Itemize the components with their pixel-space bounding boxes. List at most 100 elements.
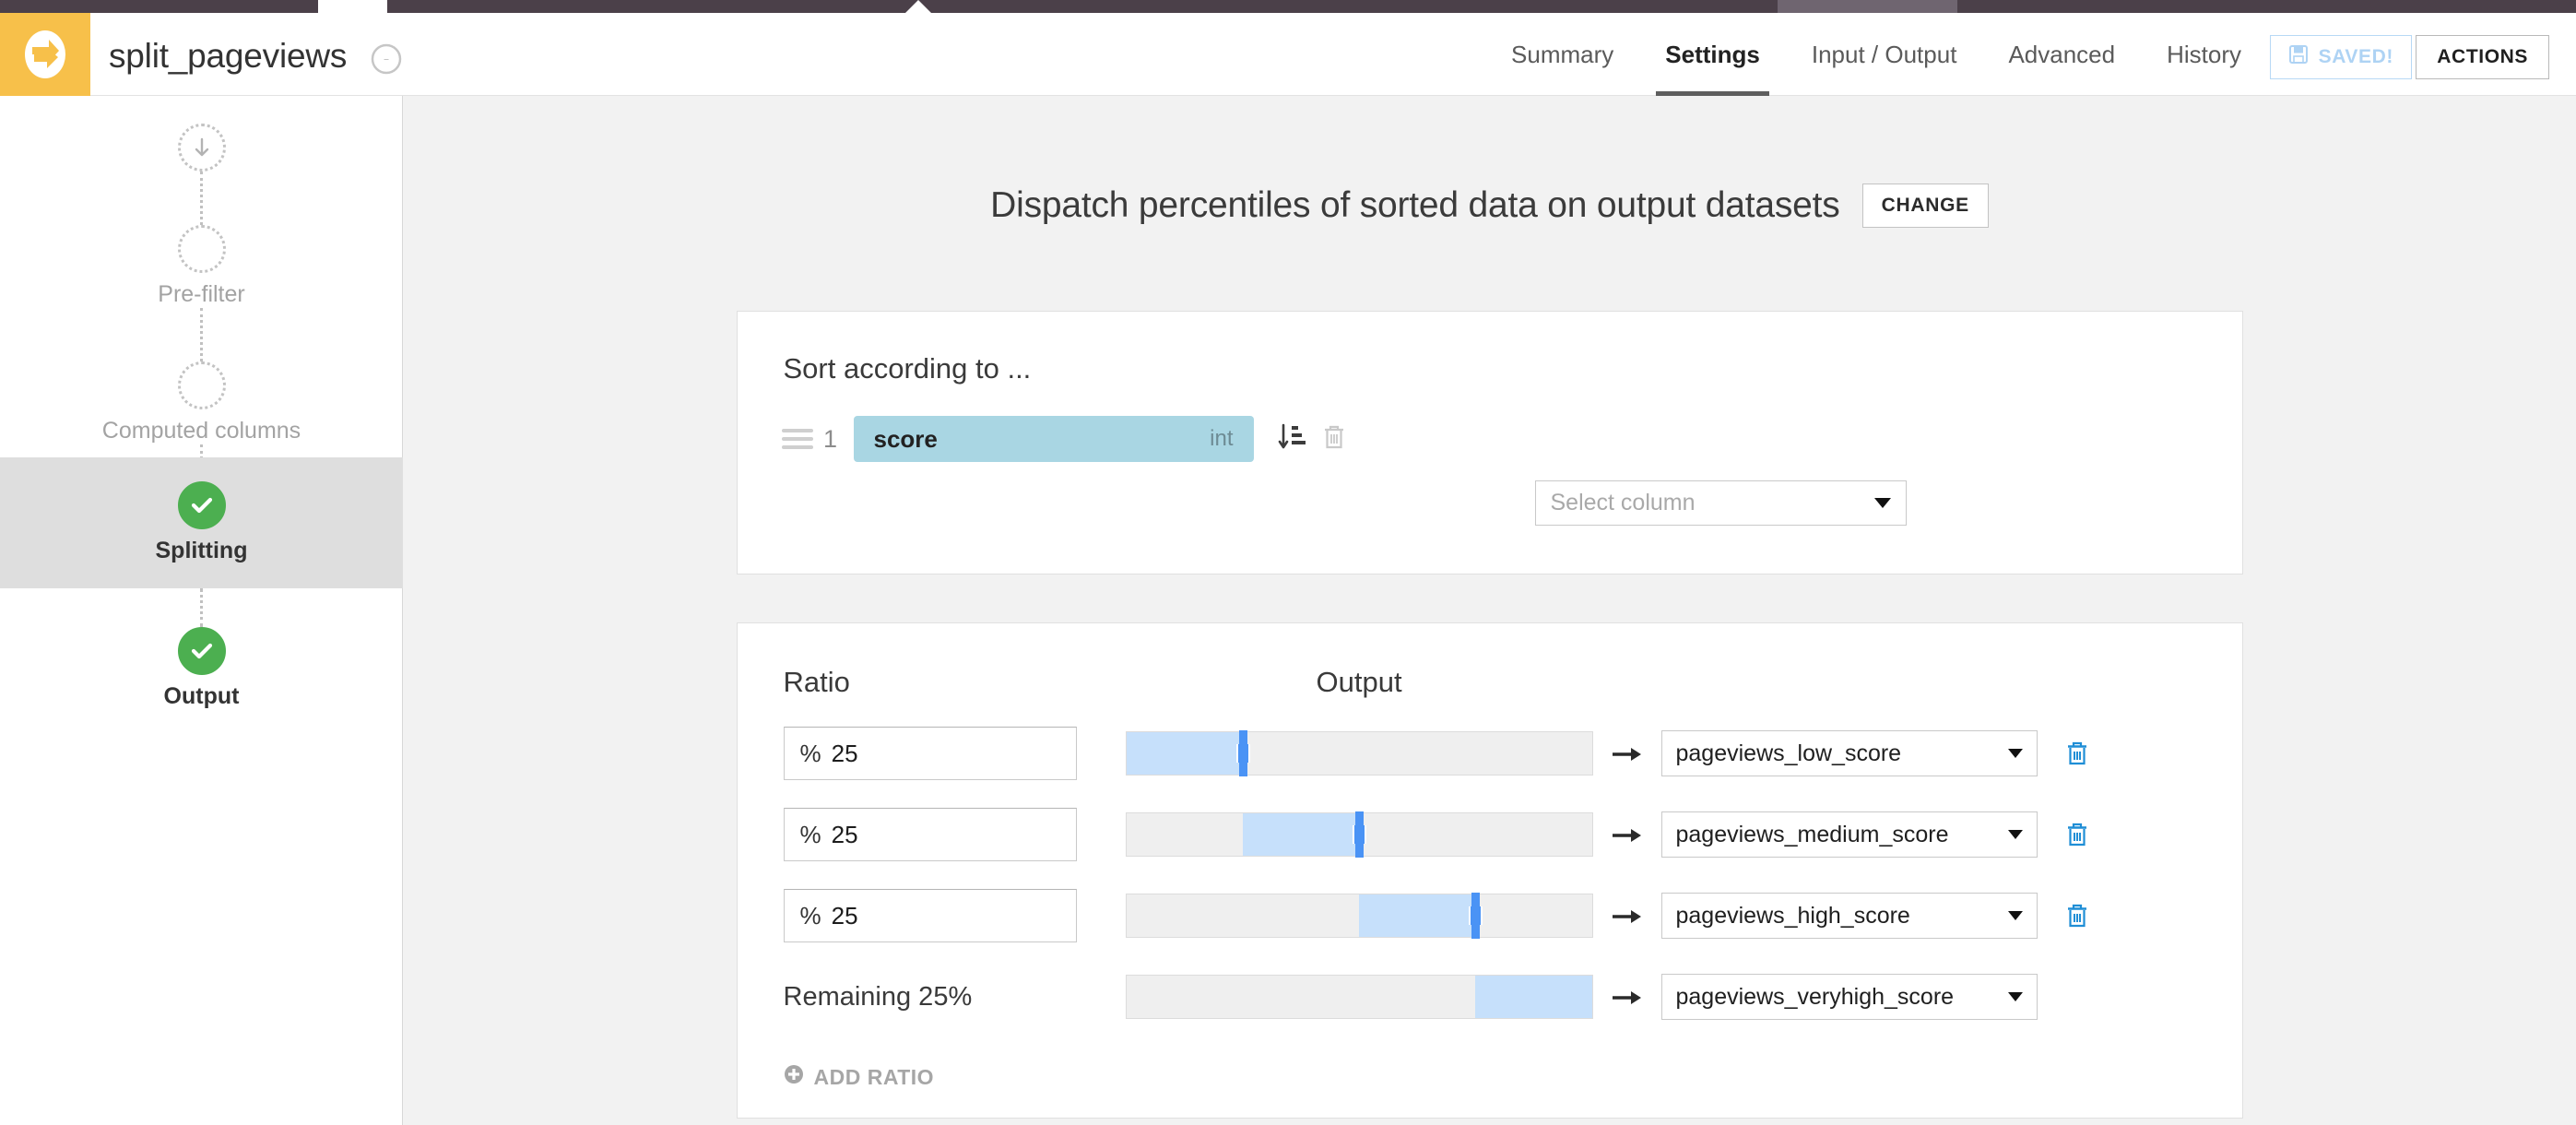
output-dataset-value: pageviews_high_score	[1675, 902, 1910, 929]
remaining-ratio-label: Remaining 25%	[783, 981, 973, 1012]
sidebar-step-splitting[interactable]: Splitting	[0, 457, 403, 588]
add-ratio-label: ADD RATIO	[813, 1064, 935, 1089]
tab-label: Summary	[1511, 40, 1614, 68]
percent-symbol: %	[799, 739, 821, 767]
ratio-percent-value: 25	[831, 820, 858, 848]
sidebar-step-label: Computed columns	[101, 418, 301, 444]
browser-tab-notch	[905, 0, 931, 13]
output-dataset-value: pageviews_medium_score	[1675, 821, 1949, 847]
chevron-down-icon	[2007, 911, 2023, 920]
trash-icon[interactable]	[2065, 822, 2089, 847]
step-node	[177, 225, 226, 273]
sort-card: Sort according to ... 1 score int Select c…	[736, 311, 2243, 574]
slider-fill	[1475, 976, 1592, 1018]
browser-tab-strip	[0, 0, 2576, 13]
percent-symbol: %	[799, 820, 821, 848]
chevron-down-icon	[2007, 992, 2023, 1001]
output-column-header: Output	[1316, 666, 1402, 698]
sort-ascending-icon[interactable]	[1278, 422, 1306, 456]
ratio-slider[interactable]	[1125, 811, 1593, 858]
ratio-slider[interactable]	[1125, 975, 1593, 1019]
recipe-title: Dispatch percentiles of sorted data on o…	[990, 185, 1840, 225]
slider-fill	[1242, 813, 1359, 856]
trash-icon[interactable]	[1322, 424, 1346, 455]
ratio-percent-value: 25	[831, 901, 858, 930]
browser-tab-segment[interactable]	[387, 0, 1835, 13]
plus-circle-icon	[784, 1064, 804, 1090]
sort-card-heading: Sort according to ...	[783, 352, 1032, 385]
arrow-right-icon	[1593, 980, 1661, 1014]
sidebar-step-label: Pre-filter	[158, 281, 245, 307]
tab-advanced[interactable]: Advanced	[1982, 13, 2141, 96]
slider-handle[interactable]	[1469, 893, 1483, 939]
arrow-down-icon	[195, 137, 208, 157]
sidebar-step-pre-filter[interactable]: Pre-filter	[0, 225, 403, 308]
main-nav: Summary Settings Input / Output Advanced His…	[1485, 13, 2267, 96]
ratio-row: % 25 pageviews_low_score	[738, 727, 2242, 780]
slider-handle[interactable]	[1235, 730, 1250, 776]
ratio-slider[interactable]	[1125, 730, 1593, 776]
ratio-percent-input[interactable]: % 25	[783, 727, 1077, 780]
ratio-slider[interactable]	[1125, 893, 1593, 939]
browser-tab-segment[interactable]	[1778, 0, 1957, 13]
sidebar-step-label: Output	[163, 683, 240, 709]
output-dataset-dropdown[interactable]: pageviews_medium_score	[1660, 811, 2038, 858]
ratio-column-header: Ratio	[783, 666, 850, 698]
slider-fill	[1126, 732, 1243, 775]
slider-handle[interactable]	[1353, 811, 1366, 858]
output-dataset-value: pageviews_veryhigh_score	[1675, 983, 1955, 1010]
check-icon	[191, 643, 212, 659]
page-title: split_pageviews	[109, 37, 348, 75]
tab-summary[interactable]: Summary	[1485, 13, 1639, 96]
saved-button-label: SAVED!	[2318, 46, 2393, 67]
trash-icon[interactable]	[2065, 740, 2089, 766]
ratio-percent-input[interactable]: % 25	[783, 808, 1077, 861]
output-dataset-dropdown[interactable]: pageviews_high_score	[1660, 893, 2038, 939]
select-column-dropdown[interactable]: Select column	[1534, 480, 1907, 526]
dataiku-flow-logo-icon[interactable]	[0, 13, 90, 96]
step-node	[177, 481, 226, 529]
actions-button[interactable]: ACTIONS	[2416, 35, 2549, 79]
slider-fill	[1359, 894, 1476, 937]
sort-column-pill[interactable]: score int	[853, 416, 1254, 462]
select-column-placeholder: Select column	[1550, 490, 1696, 515]
ratio-row: % 25 pageviews_high_score	[738, 889, 2242, 942]
tab-label: Advanced	[2008, 40, 2116, 68]
saved-button[interactable]: SAVED!	[2269, 35, 2412, 79]
pipeline-connector	[199, 172, 203, 225]
tab-label: Input / Output	[1811, 40, 1957, 68]
output-dataset-value: pageviews_low_score	[1675, 740, 1902, 766]
step-node	[177, 627, 226, 675]
sidebar-step-computed-columns[interactable]: Computed columns	[0, 361, 403, 444]
sidebar-step-input[interactable]	[0, 124, 403, 172]
ratio-percent-value: 25	[831, 739, 858, 767]
output-dataset-dropdown[interactable]: pageviews_low_score	[1660, 730, 2038, 776]
tab-settings[interactable]: Settings	[1639, 13, 1786, 96]
ratio-percent-input[interactable]: % 25	[783, 889, 1077, 942]
actions-button-label: ACTIONS	[2437, 46, 2528, 67]
tab-label: Settings	[1665, 40, 1760, 68]
tab-input-output[interactable]: Input / Output	[1786, 13, 1983, 96]
sort-column-type: int	[1210, 426, 1234, 451]
arrow-right-icon	[1593, 737, 1661, 771]
sort-column-name: score	[873, 424, 938, 453]
step-node	[177, 124, 226, 172]
tab-history[interactable]: History	[2141, 13, 2267, 96]
percent-symbol: %	[799, 901, 821, 930]
drag-handle-icon[interactable]	[781, 424, 813, 454]
chevron-down-icon	[1873, 498, 1891, 508]
browser-tab-segment[interactable]	[1957, 0, 2576, 13]
step-node	[177, 361, 226, 409]
sort-row: 1 score int	[738, 416, 2242, 462]
browser-tab-segment[interactable]	[0, 0, 318, 13]
ratio-row: Remaining 25% pageviews_veryhigh_score	[738, 970, 2242, 1024]
trash-icon[interactable]	[2065, 903, 2089, 929]
pipeline-sidebar: Pre-filter Computed columns Splitting Outpu…	[0, 96, 403, 1125]
add-ratio-button[interactable]: ADD RATIO	[784, 1064, 2242, 1118]
sidebar-step-output[interactable]: Output	[0, 627, 403, 710]
change-button[interactable]: CHANGE	[1861, 184, 1989, 228]
ratio-card: Ratio Output % 25 pageviews_low_score% 25 pa…	[736, 622, 2243, 1119]
ratio-card-headers: Ratio Output	[738, 666, 2242, 699]
output-dataset-dropdown[interactable]: pageviews_veryhigh_score	[1660, 974, 2038, 1020]
pipeline-connector	[199, 308, 203, 361]
